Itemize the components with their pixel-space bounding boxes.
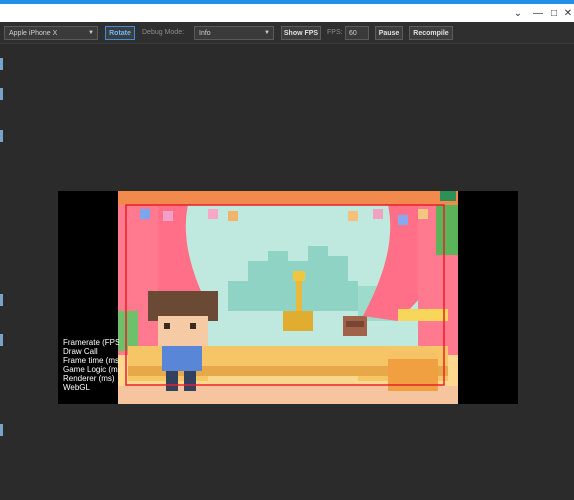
window-titlebar: ⌄ — □ ✕ xyxy=(0,0,574,22)
debug-mode-value: Info xyxy=(199,30,211,37)
preview-toolbar: Apple iPhone X ▼ Rotate Debug Mode: Info… xyxy=(0,22,574,44)
stats-overlay: Framerate (FPS) Draw Call Frame time (ms… xyxy=(63,338,119,392)
show-fps-button[interactable]: Show FPS xyxy=(281,26,321,40)
stat-line: Draw Call xyxy=(63,347,98,356)
stat-line: Framerate (FPS) xyxy=(63,338,119,347)
fps-input[interactable]: 60 xyxy=(345,26,369,40)
game-scene-image xyxy=(118,191,458,404)
chevron-down-icon: ▼ xyxy=(88,30,94,36)
pause-button[interactable]: Pause xyxy=(375,26,403,40)
rotate-button[interactable]: Rotate xyxy=(105,26,135,40)
stat-line: Game Logic (ms) xyxy=(63,365,119,374)
debug-mode-label: Debug Mode: xyxy=(142,29,185,36)
device-select[interactable]: Apple iPhone X ▼ xyxy=(4,26,98,40)
close-icon[interactable]: ✕ xyxy=(560,7,574,21)
device-select-value: Apple iPhone X xyxy=(9,30,58,37)
game-preview-stage[interactable]: Framerate (FPS) Draw Call Frame time (ms… xyxy=(58,191,518,404)
debug-mode-select[interactable]: Info ▼ xyxy=(194,26,274,40)
stat-line: WebGL xyxy=(63,383,90,392)
stat-line: Frame time (ms) xyxy=(63,356,119,365)
stat-line: Renderer (ms) xyxy=(63,374,115,383)
chevron-down-icon: ▼ xyxy=(264,30,270,36)
panel-edge xyxy=(0,44,3,500)
fps-label: FPS: xyxy=(327,29,343,36)
chevron-down-icon[interactable]: ⌄ xyxy=(510,7,526,21)
recompile-button[interactable]: Recompile xyxy=(409,26,453,40)
minimize-icon[interactable]: — xyxy=(530,7,546,21)
game-scene[interactable] xyxy=(118,191,458,404)
